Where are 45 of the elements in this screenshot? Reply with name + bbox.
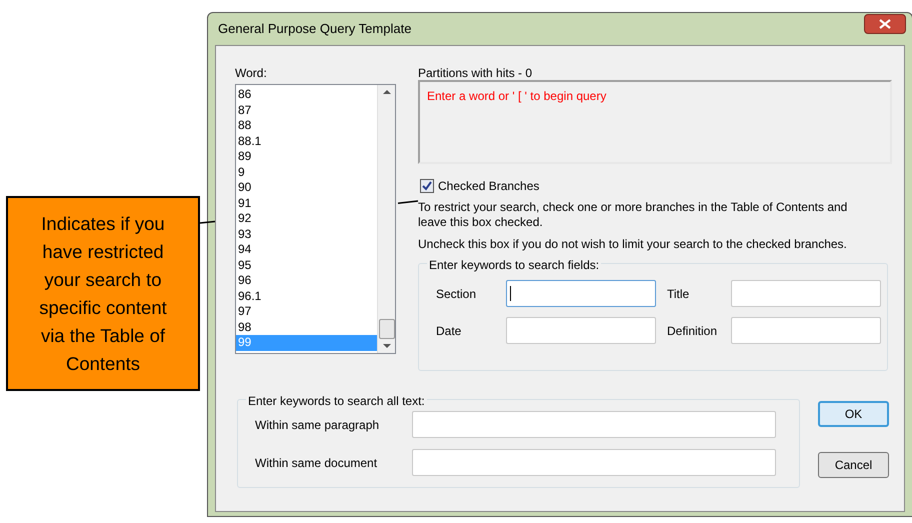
- input-field[interactable]: [506, 280, 656, 307]
- list-item[interactable]: 9: [236, 164, 377, 180]
- list-item[interactable]: 98: [236, 320, 377, 335]
- list-item[interactable]: 91: [236, 196, 377, 211]
- partitions-label: Partitions with hits - 0: [418, 65, 534, 80]
- list-item[interactable]: 90: [236, 180, 377, 196]
- list-item[interactable]: 88.1: [236, 134, 377, 149]
- field-label: Within same document: [255, 454, 378, 472]
- field-label: Within same paragraph: [255, 416, 380, 434]
- list-item[interactable]: 96.1: [236, 288, 377, 304]
- window-title: General Purpose Query Template: [218, 20, 412, 38]
- list-item[interactable]: 96: [236, 273, 377, 288]
- field-label: Section: [436, 286, 478, 302]
- list-item[interactable]: 92: [236, 211, 377, 226]
- close-button[interactable]: [864, 14, 906, 34]
- input-field[interactable]: [506, 317, 656, 344]
- list-item[interactable]: 89: [236, 149, 377, 164]
- input-field[interactable]: [412, 449, 776, 476]
- scroll-thumb[interactable]: [378, 319, 394, 339]
- checkbox-label[interactable]: Checked Branches: [438, 177, 540, 195]
- input-field[interactable]: [731, 280, 881, 307]
- field-label: Date: [436, 322, 462, 340]
- field-label: Title: [667, 286, 690, 302]
- dialog-button[interactable]: Cancel: [818, 452, 889, 478]
- scrollbar[interactable]: [377, 85, 395, 353]
- list-item[interactable]: 86: [236, 87, 377, 102]
- input-field[interactable]: [731, 317, 881, 344]
- field-label: Definition: [667, 322, 718, 340]
- list-label: Word:: [235, 65, 268, 82]
- list-item[interactable]: 88: [236, 118, 377, 134]
- checkbox[interactable]: [420, 179, 434, 193]
- dialog-button[interactable]: OK: [818, 401, 889, 427]
- hint-text: To restrict your search, check one or more branches in the Table of Contents and leave this box checked.: [418, 200, 848, 230]
- text-cursor: [510, 286, 511, 301]
- list-item[interactable]: 93: [236, 226, 377, 242]
- list-item[interactable]: 87: [236, 102, 377, 118]
- input-field[interactable]: [412, 411, 776, 438]
- hint-text: Uncheck this box if you do not wish to limit your search to the checked branches.: [418, 236, 848, 253]
- list-item[interactable]: 95: [236, 258, 377, 273]
- word-list[interactable]: 86 87 88 88.1 89 9 90 91 92 93 94 95 96 96.1 97 98 99: [235, 84, 396, 354]
- close-icon: [879, 19, 891, 29]
- list-item[interactable]: 97: [236, 304, 377, 320]
- callout-text: Indicates if you have restricted your search to specific content via the Table of Contents: [38, 212, 168, 376]
- list-item[interactable]: 94: [236, 242, 377, 258]
- query-message: Enter a word or ' [ ' to begin query: [427, 89, 606, 103]
